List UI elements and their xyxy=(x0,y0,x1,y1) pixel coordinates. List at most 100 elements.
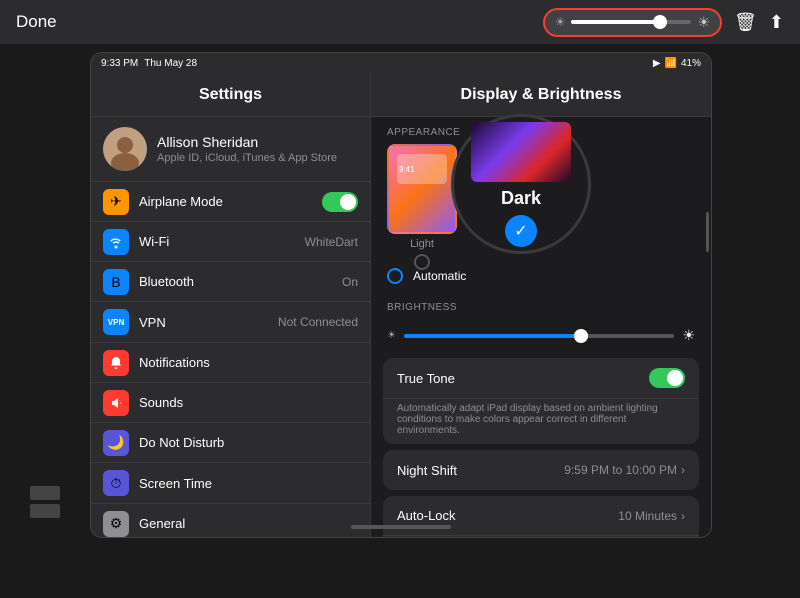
side-icon-1 xyxy=(30,486,60,500)
notifications-label: Notifications xyxy=(139,355,358,370)
profile-section[interactable]: Allison Sheridan Apple ID, iCloud, iTune… xyxy=(91,117,370,182)
brightness-slider-thumb xyxy=(574,329,588,343)
brightness-high-icon: ☀ xyxy=(697,14,710,31)
detail-brightness-slider[interactable] xyxy=(404,334,674,338)
auto-lock-label: Auto-Lock xyxy=(397,508,618,523)
bluetooth-icon: B xyxy=(103,269,129,295)
status-wifi-icon: 📶 xyxy=(665,58,677,69)
night-shift-chevron-icon: › xyxy=(681,463,685,477)
sounds-icon xyxy=(103,390,129,416)
night-shift-card: Night Shift 9:59 PM to 10:00 PM › xyxy=(383,450,699,490)
trash-button[interactable]: 🗑 xyxy=(734,12,757,33)
done-button[interactable]: Done xyxy=(16,12,57,32)
true-tone-desc: Automatically adapt iPad display based o… xyxy=(383,399,699,444)
night-shift-value: 9:59 PM to 10:00 PM xyxy=(564,463,677,477)
bluetooth-label: Bluetooth xyxy=(139,274,332,289)
status-battery: 41% xyxy=(681,58,701,69)
auto-lock-row[interactable]: Auto-Lock 10 Minutes › xyxy=(383,496,699,536)
sidebar-item-sounds[interactable]: Sounds xyxy=(91,383,370,423)
sidebar-item-donotdisturb[interactable]: 🌙 Do Not Disturb xyxy=(91,423,370,463)
auto-lock-card: Auto-Lock 10 Minutes › Lock / Unlock Aut… xyxy=(383,496,699,537)
dark-mode-overlay[interactable]: Dark ✓ xyxy=(451,114,591,254)
appearance-container: 9:41 Light Dark ✓ xyxy=(371,144,711,264)
sidebar-item-airplane[interactable]: ✈ Airplane Mode xyxy=(91,182,370,222)
settings-detail: Display & Brightness APPEARANCE 9:41 Lig… xyxy=(371,73,711,537)
night-shift-row[interactable]: Night Shift 9:59 PM to 10:00 PM › xyxy=(383,450,699,490)
true-tone-toggle[interactable] xyxy=(649,368,685,388)
side-icons xyxy=(30,486,60,518)
brightness-high-sun-icon: ☀ xyxy=(682,327,695,344)
screentime-icon: ⏱ xyxy=(103,470,129,496)
automatic-label: Automatic xyxy=(413,269,466,283)
light-label: Light xyxy=(410,238,434,250)
auto-lock-chevron-icon: › xyxy=(681,509,685,523)
side-icon-2 xyxy=(30,504,60,518)
automatic-radio[interactable] xyxy=(387,268,403,284)
settings-sidebar: Settings Allison Sheridan Apple ID, iClo… xyxy=(91,73,371,537)
profile-name: Allison Sheridan xyxy=(157,134,337,150)
donotdisturb-label: Do Not Disturb xyxy=(139,435,358,450)
lock-unlock-row: Lock / Unlock xyxy=(383,536,699,537)
true-tone-label: True Tone xyxy=(397,371,649,386)
sidebar-item-general[interactable]: ⚙ General xyxy=(91,504,370,537)
status-time: 9:33 PM xyxy=(101,58,138,69)
scroll-indicator xyxy=(706,212,709,252)
light-option[interactable]: 9:41 Light xyxy=(387,144,457,270)
profile-subtitle: Apple ID, iCloud, iTunes & App Store xyxy=(157,152,337,164)
sidebar-item-vpn[interactable]: VPN VPN Not Connected xyxy=(91,302,370,342)
status-arrow-icon: ▶ xyxy=(653,58,661,69)
profile-info: Allison Sheridan Apple ID, iCloud, iTune… xyxy=(157,134,337,164)
vpn-label: VPN xyxy=(139,315,268,330)
detail-header: Display & Brightness xyxy=(371,73,711,117)
toolbar-right: ☀ ☀ 🗑 ⬆ xyxy=(543,8,784,37)
light-radio[interactable] xyxy=(414,254,430,270)
brightness-fill xyxy=(571,20,655,24)
brightness-slider[interactable] xyxy=(571,20,691,24)
settings-group-2: Notifications Sounds 🌙 Do Not Disturb ⏱ xyxy=(91,343,370,504)
ipad-statusbar: 9:33 PM Thu May 28 ▶ 📶 41% xyxy=(91,53,711,73)
wifi-value: WhiteDart xyxy=(305,235,358,249)
settings-group-1: ✈ Airplane Mode Wi-Fi WhiteDart xyxy=(91,182,370,343)
screentime-label: Screen Time xyxy=(139,476,358,491)
ipad-main: Settings Allison Sheridan Apple ID, iClo… xyxy=(91,73,711,537)
night-shift-label: Night Shift xyxy=(397,463,564,478)
true-tone-card: True Tone Automatically adapt iPad displ… xyxy=(383,358,699,444)
outer-toolbar: Done ☀ ☀ 🗑 ⬆ xyxy=(0,0,800,44)
dark-thumb-preview xyxy=(471,122,571,182)
brightness-low-icon: ☀ xyxy=(555,15,566,29)
brightness-section-label: BRIGHTNESS xyxy=(371,292,711,319)
ipad-frame: 9:33 PM Thu May 28 ▶ 📶 41% Settings xyxy=(90,52,712,538)
brightness-low-sun-icon: ☀ xyxy=(387,330,396,341)
status-day: Thu May 28 xyxy=(144,58,197,69)
donotdisturb-icon: 🌙 xyxy=(103,430,129,456)
sidebar-item-bluetooth[interactable]: B Bluetooth On xyxy=(91,262,370,302)
notifications-icon xyxy=(103,350,129,376)
light-thumb: 9:41 xyxy=(387,144,457,234)
vpn-icon: VPN xyxy=(103,309,129,335)
dark-check-icon: ✓ xyxy=(505,215,537,247)
vpn-value: Not Connected xyxy=(278,315,358,329)
settings-group-3: ⚙ General Control Center xyxy=(91,504,370,537)
sidebar-item-wifi[interactable]: Wi-Fi WhiteDart xyxy=(91,222,370,262)
true-tone-row: True Tone xyxy=(383,358,699,399)
wifi-icon xyxy=(103,229,129,255)
general-icon: ⚙ xyxy=(103,511,129,537)
dark-overlay-label: Dark xyxy=(501,188,541,209)
brightness-thumb xyxy=(653,15,667,29)
sidebar-item-screentime[interactable]: ⏱ Screen Time xyxy=(91,463,370,503)
auto-lock-value: 10 Minutes xyxy=(618,509,677,523)
share-button[interactable]: ⬆ xyxy=(769,12,784,33)
airplane-icon: ✈ xyxy=(103,189,129,215)
wifi-label: Wi-Fi xyxy=(139,234,295,249)
settings-title: Settings xyxy=(91,73,370,117)
brightness-control[interactable]: ☀ ☀ xyxy=(543,8,722,37)
bluetooth-value: On xyxy=(342,275,358,289)
avatar xyxy=(103,127,147,171)
general-label: General xyxy=(139,516,358,531)
airplane-toggle[interactable] xyxy=(322,192,358,212)
settings-list: ✈ Airplane Mode Wi-Fi WhiteDart xyxy=(91,182,370,537)
airplane-label: Airplane Mode xyxy=(139,194,312,209)
sounds-label: Sounds xyxy=(139,395,358,410)
home-indicator xyxy=(351,525,451,529)
sidebar-item-notifications[interactable]: Notifications xyxy=(91,343,370,383)
